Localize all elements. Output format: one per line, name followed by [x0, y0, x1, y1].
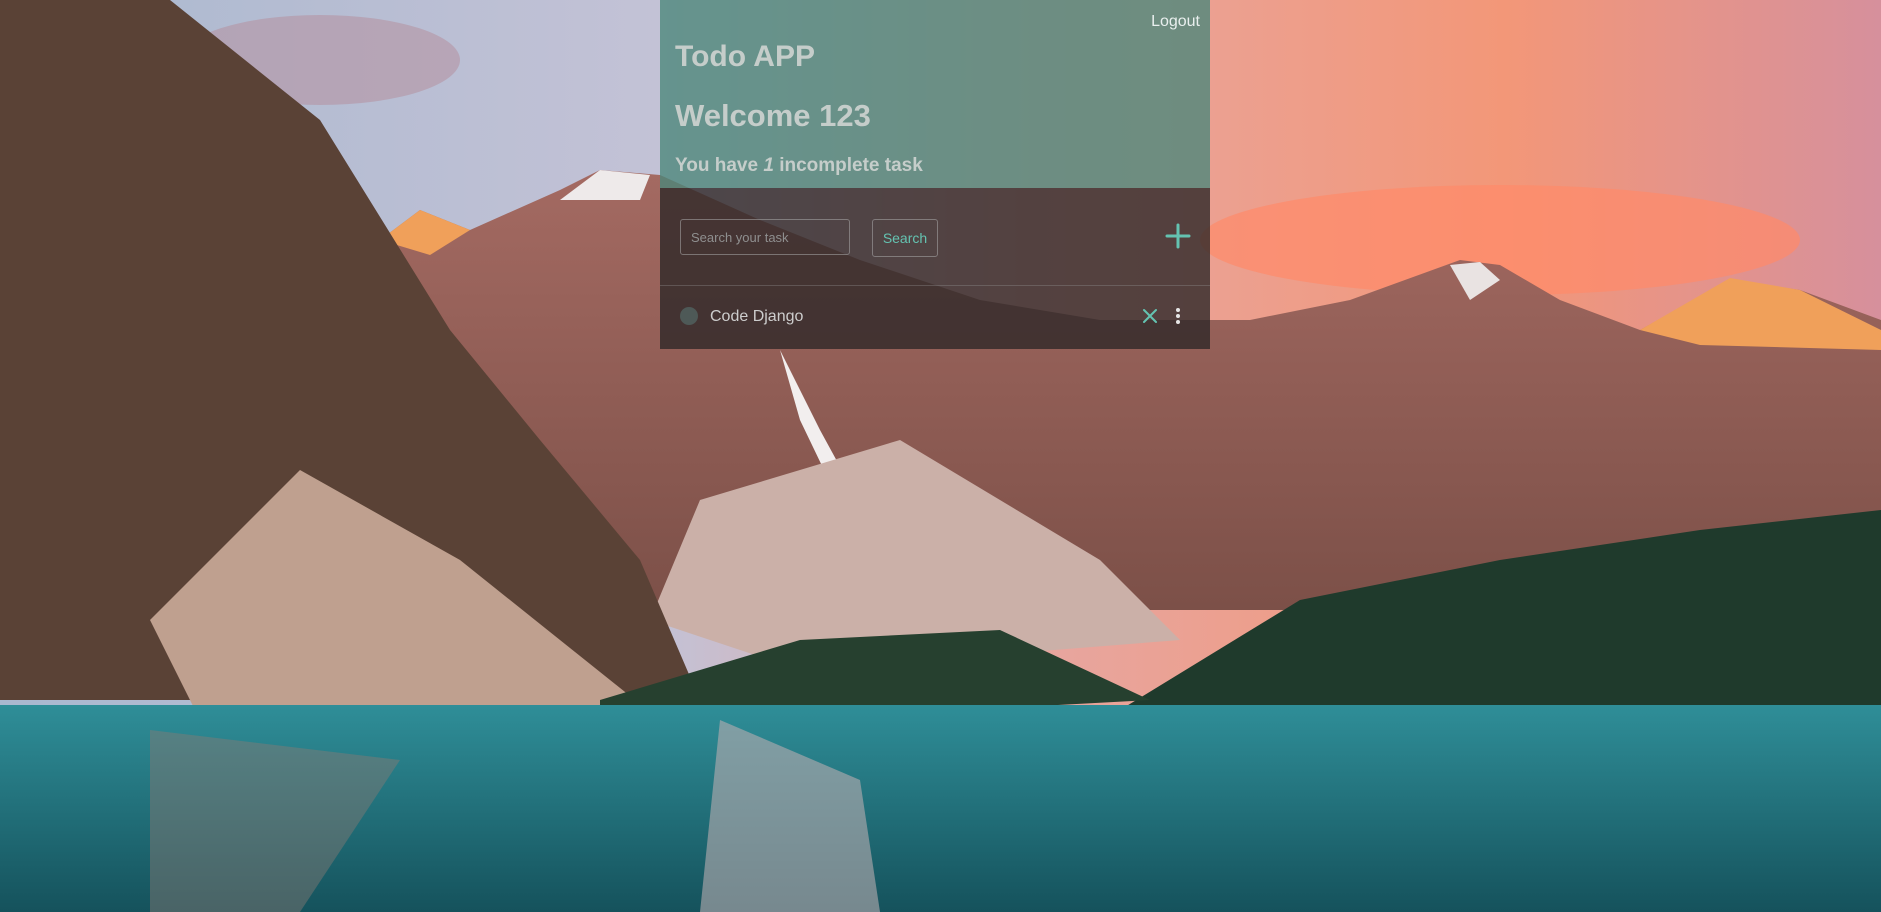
circle-checkbox-icon[interactable] — [680, 307, 698, 325]
search-bar: Search — [660, 188, 1210, 286]
app-title: Todo APP — [675, 40, 815, 73]
plus-icon[interactable] — [1162, 220, 1194, 252]
summary-prefix: You have — [675, 155, 759, 176]
todo-header: Logout Todo APP Welcome 123 You have 1 i… — [660, 0, 1210, 188]
search-button[interactable]: Search — [872, 219, 938, 257]
todo-card: Logout Todo APP Welcome 123 You have 1 i… — [660, 0, 1210, 349]
task-item: Code Django — [660, 286, 1210, 349]
task-label[interactable]: Code Django — [710, 308, 803, 326]
todo-body: Search Code Django — [660, 188, 1210, 349]
search-input[interactable] — [680, 219, 850, 255]
incomplete-task-summary: You have 1 incomplete task — [675, 155, 923, 177]
logout-link[interactable]: Logout — [1151, 13, 1200, 31]
vertical-dots-icon[interactable] — [1174, 306, 1182, 326]
summary-suffix: incomplete task — [779, 155, 923, 176]
close-icon[interactable] — [1142, 308, 1158, 324]
welcome-heading: Welcome 123 — [675, 98, 871, 133]
incomplete-count: 1 — [763, 155, 774, 176]
